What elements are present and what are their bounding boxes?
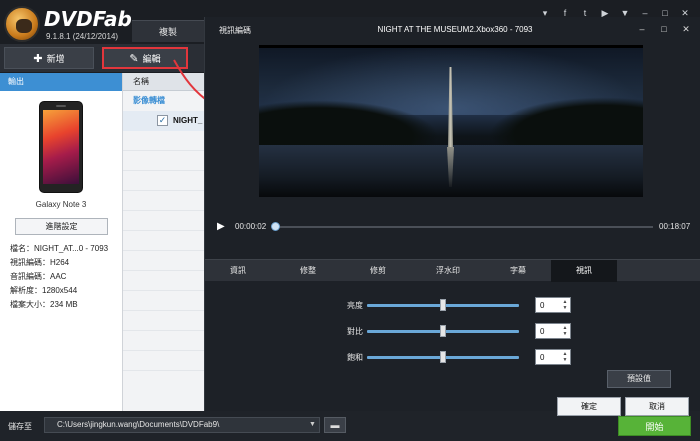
current-time: 00:00:02 <box>235 222 267 231</box>
contrast-value: 0 <box>540 327 545 336</box>
info-video-codec: 視訊編碼：H264 <box>10 258 70 267</box>
output-header: 輸出 <box>0 73 122 91</box>
dialog-controls: ‒ □ ✕ <box>635 22 693 36</box>
contrast-label: 對比 <box>347 327 363 336</box>
brightness-stepper[interactable]: 0 ▲ ▼ <box>535 297 571 313</box>
tab-info[interactable]: 資訊 <box>205 260 271 282</box>
brightness-label: 亮度 <box>347 301 363 310</box>
cancel-button[interactable]: 取消 <box>625 397 689 416</box>
output-panel: 輸出 Galaxy Note 3 進階設定 檔名：NIGHT_AT...0 - … <box>0 73 122 411</box>
contrast-stepper[interactable]: 0 ▲ ▼ <box>535 323 571 339</box>
tab-video[interactable]: 視訊 <box>551 260 617 282</box>
spin-arrows-icon[interactable]: ▲ ▼ <box>561 299 569 311</box>
save-path-field[interactable]: C:\Users\jingkun.wang\Documents\DVDFab9\ <box>44 417 320 433</box>
info-file-size: 檔案大小：234 MB <box>10 300 78 309</box>
device-name: Galaxy Note 3 <box>35 200 87 209</box>
tab-copy[interactable]: 複製 <box>132 20 204 42</box>
empty-row <box>123 171 204 191</box>
contrast-row: 對比 0 ▲ ▼ <box>305 323 605 339</box>
list-item[interactable]: ✓ NIGHT_ <box>123 111 204 131</box>
tab-trim[interactable]: 修整 <box>275 260 341 282</box>
start-button[interactable]: 開始 <box>618 416 691 436</box>
empty-row <box>123 151 204 171</box>
tab-crop[interactable]: 修剪 <box>345 260 411 282</box>
play-icon[interactable]: ▶ <box>217 221 227 233</box>
advanced-settings-button[interactable]: 進階設定 <box>15 218 108 235</box>
info-filename: 檔名：NIGHT_AT...0 - 7093 <box>10 244 109 253</box>
empty-row <box>123 251 204 271</box>
empty-row <box>123 291 204 311</box>
info-audio-codec: 音訊編碼：AAC <box>10 272 67 281</box>
video-title: NIGHT AT THE MUSEUM2.Xbox360 - 7093 <box>377 25 533 34</box>
tab-watermark[interactable]: 浮水印 <box>415 260 481 282</box>
saturation-label: 飽和 <box>347 353 363 362</box>
empty-row <box>123 131 204 151</box>
empty-row <box>123 211 204 231</box>
chevron-down-icon[interactable]: ▼ <box>309 417 316 433</box>
empty-row <box>123 191 204 211</box>
saturation-value: 0 <box>540 353 545 362</box>
edit-button-label: 編輯 <box>142 53 161 64</box>
brightness-slider-handle[interactable] <box>440 299 446 311</box>
plus-icon: ✚ <box>33 51 43 65</box>
empty-row <box>123 231 204 251</box>
spin-arrows-icon[interactable]: ▲ ▼ <box>561 351 569 363</box>
contrast-slider-handle[interactable] <box>440 325 446 337</box>
saturation-stepper[interactable]: 0 ▲ ▼ <box>535 349 571 365</box>
edit-icon: ✎ <box>129 51 139 65</box>
default-button[interactable]: 預設值 <box>607 370 671 388</box>
video-adjustments: 亮度 0 ▲ ▼ 對比 0 ▲ ▼ 飽和 0 ▲ ▼ <box>305 297 605 377</box>
app-version: 9.1.8.1 (24/12/2014) <box>46 32 119 41</box>
dvdfab-mascot-icon <box>4 6 40 42</box>
brightness-row: 亮度 0 ▲ ▼ <box>305 297 605 313</box>
brightness-value: 0 <box>540 301 545 310</box>
total-time: 00:18:07 <box>659 222 691 231</box>
saturation-row: 飽和 0 ▲ ▼ <box>305 349 605 365</box>
dialog-titlebar: 視訊編碼 NIGHT AT THE MUSEUM2.Xbox360 - 7093… <box>205 17 700 41</box>
add-button-label: 新增 <box>46 53 65 64</box>
save-to-label: 儲存至 <box>8 422 32 431</box>
add-button[interactable]: ✚ 新增 <box>4 47 94 69</box>
spin-arrows-icon[interactable]: ▲ ▼ <box>561 325 569 337</box>
output-info-list: 檔名：NIGHT_AT...0 - 7093 視訊編碼：H264 音訊編碼：AA… <box>10 242 120 312</box>
ok-button[interactable]: 確定 <box>557 397 621 416</box>
empty-row <box>123 331 204 351</box>
edit-tab-bar: 資訊 修整 修剪 浮水印 字幕 視訊 <box>205 259 700 282</box>
title-list-panel: 名稱 影像轉檔 ✓ NIGHT_ <box>122 73 204 411</box>
maximize-icon[interactable]: □ <box>657 22 671 36</box>
saturation-slider-handle[interactable] <box>440 351 446 363</box>
close-icon[interactable]: ✕ <box>679 22 693 36</box>
dialog-title: 視訊編碼 <box>219 26 251 35</box>
video-preview <box>259 45 643 197</box>
device-image <box>39 101 83 193</box>
empty-row <box>123 351 204 371</box>
info-resolution: 解析度：1280x544 <box>10 286 78 295</box>
empty-row <box>123 311 204 331</box>
folder-icon[interactable]: ▬ <box>324 417 346 433</box>
list-item-label: NIGHT_ <box>173 116 203 125</box>
minimize-icon[interactable]: ‒ <box>635 22 649 36</box>
app-name: DVDFab <box>44 7 132 31</box>
seek-handle[interactable] <box>271 222 280 231</box>
tab-subtitle[interactable]: 字幕 <box>485 260 551 282</box>
empty-row <box>123 271 204 291</box>
seek-bar[interactable] <box>275 226 653 228</box>
item-checkbox[interactable]: ✓ <box>157 115 168 126</box>
video-edit-dialog: 視訊編碼 NIGHT AT THE MUSEUM2.Xbox360 - 7093… <box>204 17 700 416</box>
